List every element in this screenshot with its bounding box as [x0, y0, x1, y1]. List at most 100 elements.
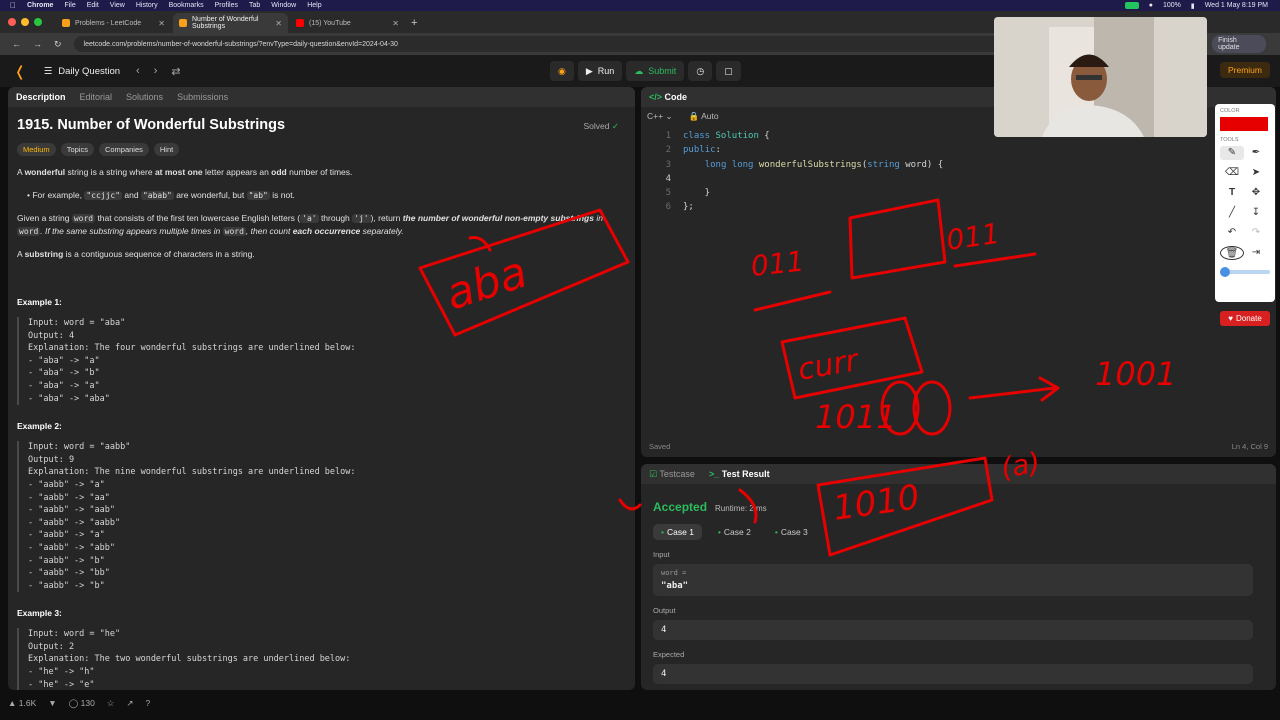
- tab-editorial[interactable]: Editorial: [80, 92, 113, 102]
- help-icon[interactable]: ?: [146, 698, 151, 708]
- input-var: word =: [661, 569, 687, 577]
- saved-status: Saved: [649, 442, 671, 451]
- tools-label: TOOLS: [1220, 137, 1239, 143]
- case-2-tab[interactable]: • Case 2: [710, 524, 759, 540]
- move-icon[interactable]: ✥: [1244, 186, 1268, 200]
- line-tool-icon[interactable]: ╱: [1220, 206, 1244, 220]
- text-tool-icon[interactable]: T: [1220, 186, 1244, 200]
- topics-chip[interactable]: Topics: [60, 143, 94, 156]
- menu-file[interactable]: File: [64, 2, 75, 9]
- color-label: COLOR: [1220, 108, 1240, 114]
- menu-window[interactable]: Window: [271, 2, 296, 9]
- undo-icon[interactable]: ↶: [1220, 226, 1244, 240]
- close-tab-icon[interactable]: ✕: [392, 19, 399, 28]
- alarm-icon: ◷: [696, 65, 705, 76]
- tab-code[interactable]: </> Code: [649, 92, 687, 102]
- forward-icon[interactable]: →: [33, 39, 42, 49]
- code-editor[interactable]: 1 2 3 4 5 6 class Solution { public: lon…: [641, 125, 1276, 215]
- share-icon[interactable]: ↗: [126, 698, 133, 709]
- menu-view[interactable]: View: [110, 2, 125, 9]
- hint-chip[interactable]: Hint: [153, 143, 180, 156]
- lock-icon: 🔒: [688, 110, 700, 121]
- premium-button[interactable]: Premium: [1219, 62, 1270, 78]
- output-box: 4: [653, 620, 1253, 640]
- language-select[interactable]: C++ ⌄: [647, 111, 673, 122]
- new-tab-icon[interactable]: +: [411, 17, 417, 29]
- case-3-tab[interactable]: • Case 3: [767, 524, 816, 540]
- prev-problem-icon[interactable]: ‹: [136, 65, 140, 78]
- tab-description[interactable]: Description: [16, 92, 66, 102]
- submit-label: Submit: [648, 66, 677, 76]
- close-tab-icon[interactable]: ✕: [158, 19, 165, 28]
- menu-help[interactable]: Help: [307, 2, 321, 9]
- leetcode-favicon-icon: [179, 19, 187, 27]
- exit-icon[interactable]: ⇥: [1244, 246, 1268, 260]
- star-icon[interactable]: ☆: [107, 698, 115, 709]
- menu-tab[interactable]: Tab: [249, 2, 260, 9]
- recording-icon[interactable]: [1124, 2, 1139, 9]
- donate-button[interactable]: ♥ Donate: [1220, 311, 1270, 326]
- battery-icon: ▮: [1190, 2, 1195, 10]
- back-icon[interactable]: ←: [12, 39, 21, 49]
- browser-tab-youtube[interactable]: (15) YouTube ✕: [290, 13, 405, 33]
- donate-label: Donate: [1235, 314, 1262, 323]
- clock[interactable]: Wed 1 May 8:19 PM: [1205, 2, 1268, 9]
- highlighter-icon[interactable]: ✒: [1244, 146, 1268, 160]
- tab-submissions[interactable]: Submissions: [177, 92, 228, 102]
- color-swatch[interactable]: [1220, 117, 1268, 131]
- debug-button[interactable]: ◉: [550, 61, 574, 81]
- menu-profiles[interactable]: Profiles: [215, 2, 238, 9]
- submit-button[interactable]: ☁ Submit: [626, 61, 685, 81]
- close-tab-icon[interactable]: ✕: [275, 19, 282, 28]
- browser-tab-problems[interactable]: Problems - LeetCode ✕: [56, 13, 171, 33]
- menubar-app-name[interactable]: Chrome: [27, 2, 53, 9]
- apple-icon[interactable]: : [10, 1, 16, 10]
- menu-history[interactable]: History: [136, 2, 158, 9]
- next-problem-icon[interactable]: ›: [154, 65, 158, 78]
- leetcode-logo-icon[interactable]: ❬: [14, 63, 26, 80]
- maximize-window-icon[interactable]: [34, 18, 42, 26]
- verdict-label: Accepted: [653, 500, 708, 514]
- tab-testcase[interactable]: ☑ Testcase: [649, 469, 695, 480]
- companies-chip[interactable]: Companies: [98, 143, 149, 156]
- notes-button[interactable]: ▢: [716, 61, 741, 81]
- trash-icon[interactable]: 🗑: [1220, 246, 1244, 260]
- wifi-icon[interactable]: ●: [1149, 2, 1153, 9]
- comments-button[interactable]: ◯ 130: [69, 698, 95, 709]
- redo-icon[interactable]: ↷: [1244, 226, 1268, 240]
- reload-icon[interactable]: ↻: [54, 39, 62, 50]
- daily-question-nav[interactable]: ☰ Daily Question: [44, 66, 120, 77]
- finish-update-button[interactable]: Finish update: [1212, 35, 1266, 53]
- minimize-window-icon[interactable]: [21, 18, 29, 26]
- auto-mode-toggle[interactable]: 🔒 Auto: [689, 111, 719, 122]
- shuffle-icon[interactable]: ⇄: [171, 65, 180, 78]
- menu-bookmarks[interactable]: Bookmarks: [169, 2, 204, 9]
- browser-tab-wonderful-substrings[interactable]: Number of Wonderful Substrings ✕: [173, 13, 288, 33]
- download-icon[interactable]: ↧: [1244, 206, 1268, 220]
- tab-solutions[interactable]: Solutions: [126, 92, 163, 102]
- eraser-icon[interactable]: ⌫: [1220, 166, 1244, 180]
- run-submit-group: ◉ ▶ Run ☁ Submit ◷ ▢: [550, 61, 741, 81]
- check-circle-icon: ✓: [611, 121, 619, 131]
- case-1-tab[interactable]: • Case 1: [653, 524, 702, 540]
- expected-label: Expected: [653, 650, 685, 659]
- source-code[interactable]: class Solution { public: long long wonde…: [671, 129, 943, 215]
- runtime-label: Runtime: 2 ms: [715, 504, 767, 513]
- menu-edit[interactable]: Edit: [87, 2, 99, 9]
- thumbs-up-icon: ▲: [8, 698, 17, 708]
- like-button[interactable]: ▲ 1.6K: [8, 698, 36, 708]
- dislike-icon[interactable]: ▼: [48, 698, 56, 708]
- difficulty-badge[interactable]: Medium: [17, 143, 56, 156]
- example-2-heading: Example 2:: [17, 421, 62, 432]
- tab-test-result[interactable]: >_ Test Result: [709, 469, 770, 479]
- input-value: "aba": [661, 581, 689, 591]
- timer-button[interactable]: ◷: [688, 61, 713, 81]
- pencil-icon[interactable]: ✎: [1220, 146, 1244, 160]
- close-window-icon[interactable]: [8, 18, 16, 26]
- pointer-icon[interactable]: ➤: [1244, 166, 1268, 180]
- stroke-size-slider[interactable]: [1220, 267, 1270, 277]
- list-icon: ☰: [43, 65, 53, 77]
- battery-level[interactable]: 100%: [1163, 2, 1181, 9]
- run-button[interactable]: ▶ Run: [577, 61, 623, 81]
- description-body: 1915. Number of Wonderful Substrings Sol…: [8, 107, 635, 690]
